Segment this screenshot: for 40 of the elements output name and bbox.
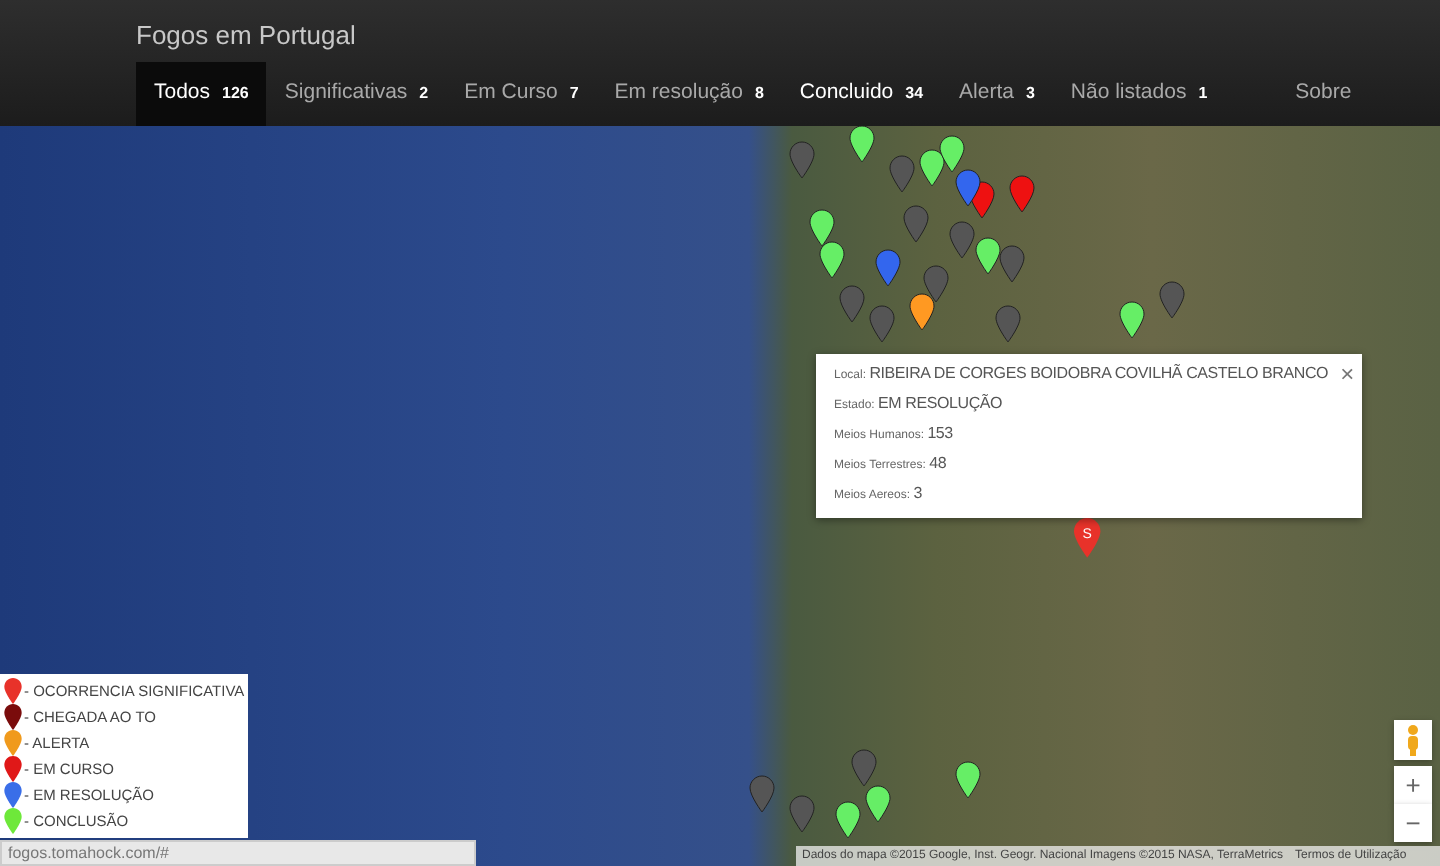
count-label: 7	[569, 82, 579, 106]
zoom-in-button[interactable]: +	[1394, 766, 1432, 804]
map-pin-icon[interactable]	[819, 241, 845, 279]
nav-tab[interactable]: Em resolução 8	[596, 62, 782, 126]
count-label: 2	[419, 82, 429, 106]
nav-tab[interactable]: Concluido 34	[781, 62, 942, 126]
map-pin-icon	[4, 782, 22, 808]
map-pin-icon[interactable]	[865, 785, 891, 823]
nav-tab[interactable]: Em Curso 7	[446, 62, 597, 126]
count-label: 34	[905, 82, 924, 106]
count-label: 1	[1198, 82, 1208, 106]
map-pin-icon	[4, 704, 22, 730]
map-pin-icon	[4, 730, 22, 756]
nav-tab[interactable]: Sobre	[1277, 62, 1370, 126]
map-pin-icon	[4, 678, 22, 704]
site-title[interactable]: Fogos em Portugal	[136, 0, 1440, 62]
map-pin-icon[interactable]	[909, 293, 935, 331]
map-pin-icon[interactable]	[919, 149, 945, 187]
zoom-out-button[interactable]: −	[1394, 804, 1432, 842]
map-pin-icon	[4, 808, 22, 834]
map-pin-icon	[4, 756, 22, 782]
map-pin-icon[interactable]	[849, 126, 875, 163]
map-pin-icon[interactable]	[939, 135, 965, 173]
status-url: fogos.tomahock.com/#	[0, 840, 476, 866]
map-pin-icon[interactable]	[1119, 301, 1145, 339]
map-pin-icon[interactable]	[975, 237, 1001, 275]
close-button[interactable]: ×	[1340, 360, 1355, 388]
map-pin-icon[interactable]	[923, 265, 949, 303]
map-pin-icon[interactable]	[835, 801, 861, 839]
count-label: 126	[222, 82, 249, 106]
map-pin-icon[interactable]	[955, 761, 981, 799]
nav-tab[interactable]: Não listados 1	[1052, 62, 1226, 126]
nav-tab[interactable]: Significativas 2	[266, 62, 447, 126]
map-pin-icon[interactable]	[1074, 518, 1101, 558]
count-label: 3	[1025, 82, 1035, 106]
pegman-icon[interactable]	[1394, 720, 1432, 760]
map-pin-icon[interactable]	[809, 209, 835, 247]
nav-tab[interactable]: Todos 126	[136, 62, 267, 126]
nav-tab[interactable]: Alerta 3	[941, 62, 1053, 126]
count-label: 8	[754, 82, 764, 106]
